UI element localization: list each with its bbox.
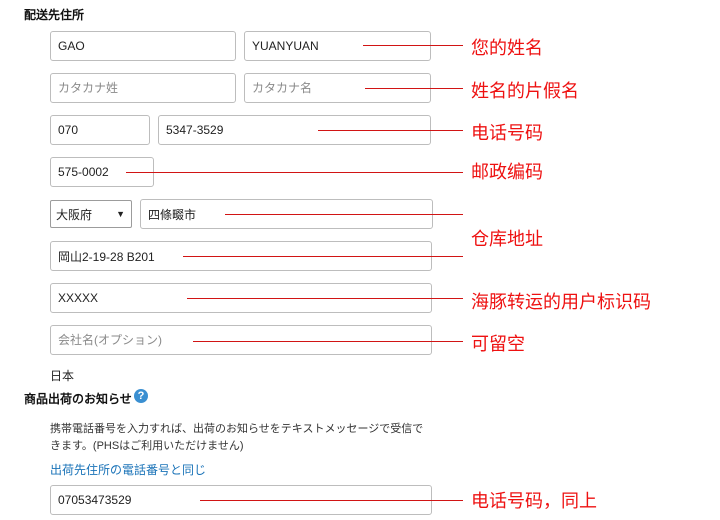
annotation-kana: 姓名的片假名 (471, 81, 579, 102)
last-name-kana-input[interactable] (50, 73, 236, 103)
annotation-line-name (363, 45, 463, 46)
notify-description-1: 携帯電話番号を入力すれば、出荷のお知らせをテキストメッセージで受信で (50, 423, 424, 435)
annotation-line-notify-phone (200, 500, 463, 501)
prefecture-select[interactable]: 大阪府 ▼ (50, 200, 132, 228)
notify-title: 商品出荷のお知らせ (24, 392, 132, 406)
last-name-input[interactable] (50, 31, 236, 61)
annotation-line-city (225, 214, 463, 215)
annotation-postal: 邮政编码 (471, 162, 543, 183)
prefecture-selected: 大阪府 (56, 207, 93, 222)
same-as-address-phone-link[interactable]: 出荷先住所の電話番号と同じ (50, 461, 206, 478)
annotation-user-code: 海豚转运的用户标识码 (471, 292, 651, 313)
annotation-warehouse: 仓库地址 (471, 229, 543, 250)
company-input[interactable] (50, 325, 432, 355)
first-name-input[interactable] (244, 31, 431, 61)
country-label: 日本 (50, 369, 75, 383)
chevron-down-icon: ▼ (116, 209, 125, 219)
annotation-name: 您的姓名 (471, 38, 543, 59)
annotation-line-company (193, 341, 463, 342)
annotation-line-phone (318, 130, 463, 131)
annotation-optional: 可留空 (471, 334, 525, 355)
help-icon[interactable]: ? (134, 389, 148, 403)
annotation-line-postal (126, 172, 463, 173)
notify-description-2: きます。(PHSはご利用いただけません) (50, 440, 244, 452)
annotation-phone-same: 电话号码，同上 (471, 491, 597, 512)
annotation-phone: 电话号码 (471, 123, 543, 144)
annotation-line-address (183, 256, 463, 257)
section-title: 配送先住所 (24, 8, 85, 22)
phone-area-input[interactable] (50, 115, 150, 145)
annotation-line-user-code (187, 298, 463, 299)
annotation-line-kana (365, 88, 463, 89)
